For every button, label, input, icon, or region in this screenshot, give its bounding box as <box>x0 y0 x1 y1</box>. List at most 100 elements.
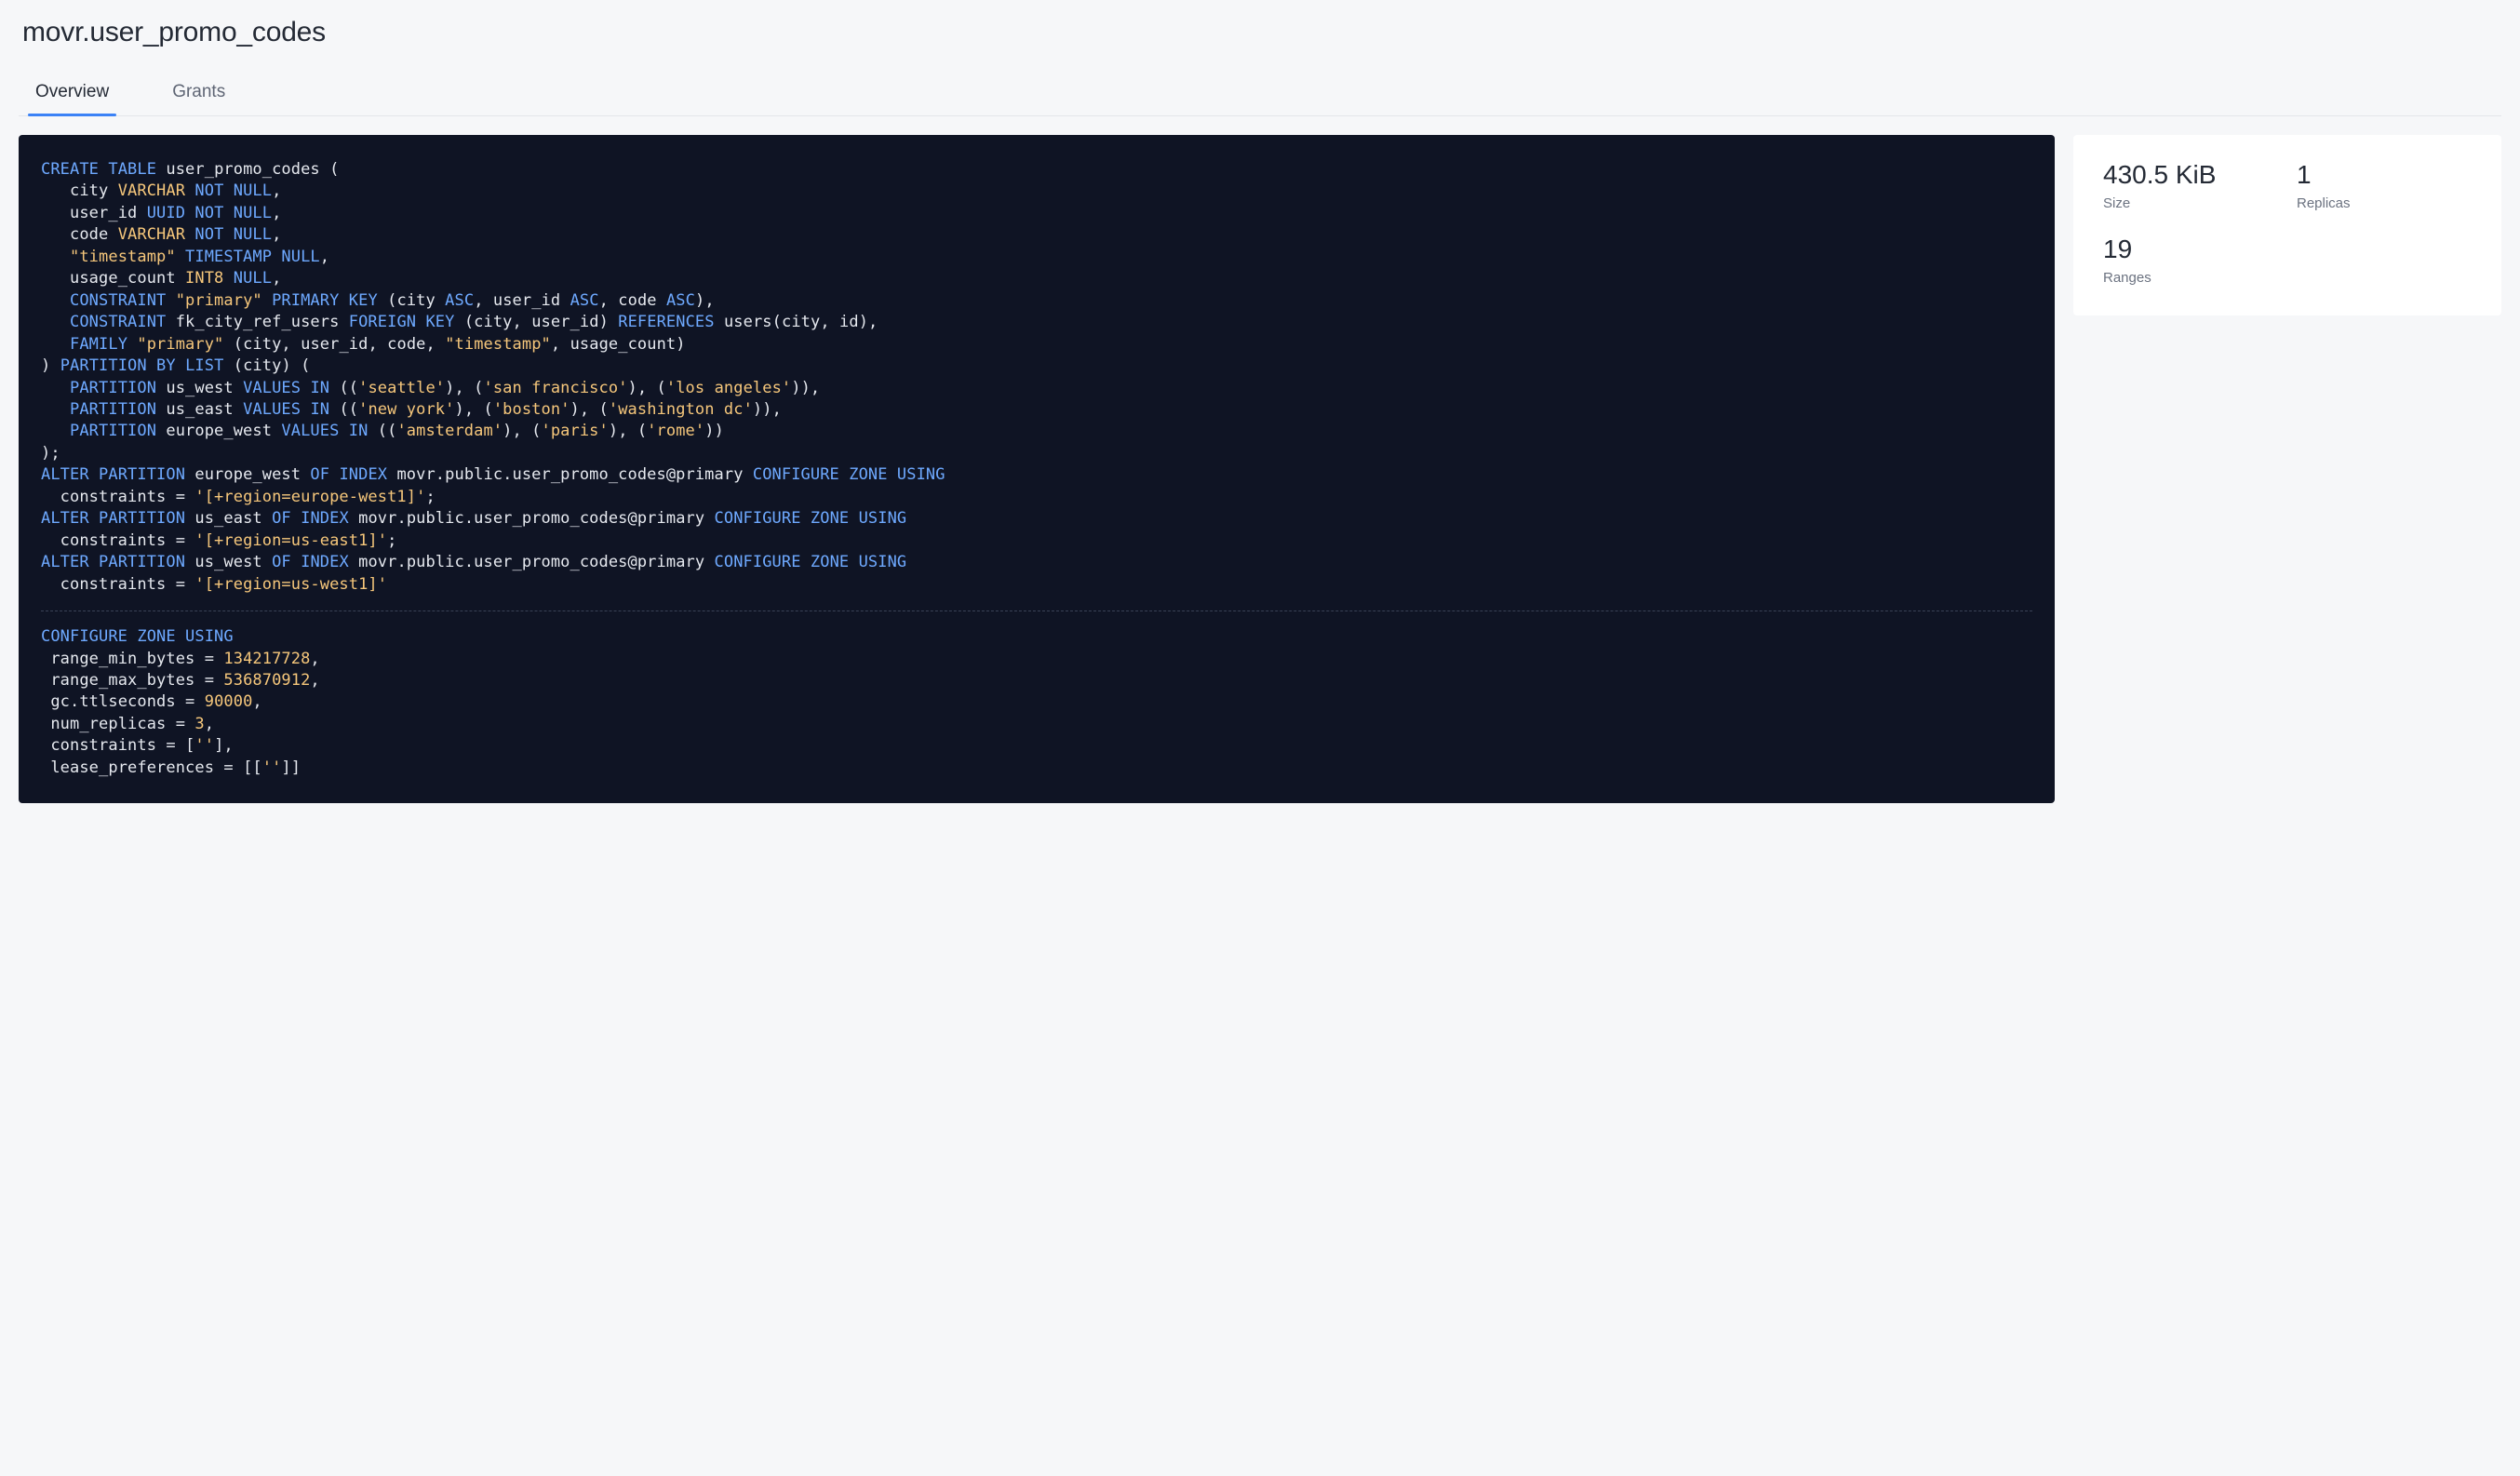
sql-token-kw: KEY <box>425 313 454 331</box>
tabs: Overview Grants <box>19 82 2501 116</box>
sql-token-id: code <box>70 225 108 244</box>
sql-token-punct: ; <box>425 488 435 506</box>
sql-token-id: fk_city_ref_users <box>176 313 340 331</box>
sql-token-punct: , <box>205 715 214 733</box>
sql-token-kw: PARTITION <box>70 400 156 419</box>
sql-token-punct: , <box>513 313 522 331</box>
sql-token-punct: ) <box>695 291 704 310</box>
sql-token-punct: ) <box>599 313 609 331</box>
sql-token-kw: PARTITION <box>99 465 185 484</box>
sql-token-str: "primary" <box>137 335 223 354</box>
sql-token-punct: (( <box>339 400 358 419</box>
sql-token-kw: NULL <box>234 269 272 288</box>
sql-token-punct: , <box>310 671 319 690</box>
sql-token-punct: )) <box>704 422 724 440</box>
sql-token-id: lease_preferences <box>50 758 214 777</box>
sql-token-punct: ( <box>657 379 666 397</box>
sql-token-punct: ), <box>445 379 464 397</box>
sql-token-punct: ) <box>859 313 868 331</box>
sql-token-punct: ( <box>387 291 396 310</box>
sql-token-kw: ASC <box>666 291 695 310</box>
sql-token-kw: ZONE <box>137 627 175 646</box>
sql-token-kw: IN <box>310 379 329 397</box>
sql-token-id: city <box>243 335 281 354</box>
sql-token-punct: ( <box>464 313 474 331</box>
sql-token-punct: ( <box>474 379 483 397</box>
stat-value: 1 <box>2297 161 2472 190</box>
sql-token-kw: VALUES <box>243 400 301 419</box>
sql-token-kw: PRIMARY <box>272 291 339 310</box>
sql-token-punct: )), <box>791 379 820 397</box>
content-row: CREATE TABLE user_promo_codes ( city VAR… <box>19 135 2501 803</box>
stat-label: Replicas <box>2297 195 2472 211</box>
sql-token-punct: = <box>176 715 185 733</box>
sql-token-kw: PARTITION <box>70 379 156 397</box>
sql-token-id: city <box>243 356 281 375</box>
sql-token-id: gc.ttlseconds <box>50 692 175 711</box>
sql-token-punct: , <box>320 248 329 266</box>
sql-create-table: CREATE TABLE user_promo_codes ( city VAR… <box>41 159 2032 596</box>
sql-token-kw: NOT <box>194 225 223 244</box>
sql-token-str: INT8 <box>185 269 223 288</box>
sql-token-punct: = <box>185 692 194 711</box>
sql-token-punct: = <box>223 758 233 777</box>
sql-token-kw: BY <box>156 356 176 375</box>
sql-token-punct: = <box>176 531 185 550</box>
stat-replicas: 1 Replicas <box>2297 161 2472 211</box>
sql-token-punct: ]] <box>281 758 301 777</box>
sql-zone-config: CONFIGURE ZONE USING range_min_bytes = 1… <box>41 626 2032 779</box>
sql-token-punct: ), <box>503 422 522 440</box>
sql-token-str: '[+region=us-west1]' <box>194 575 387 594</box>
sql-token-kw: NULL <box>234 225 272 244</box>
sql-token-str: '' <box>262 758 282 777</box>
sql-token-punct: ), <box>454 400 474 419</box>
sql-token-lit: 536870912 <box>223 671 310 690</box>
sql-token-id: user_id <box>301 335 368 354</box>
sql-token-str: 'boston' <box>493 400 570 419</box>
sql-token-kw: INDEX <box>301 553 349 571</box>
stat-value: 19 <box>2103 235 2278 264</box>
stat-size: 430.5 KiB Size <box>2103 161 2278 211</box>
sql-token-kw: USING <box>897 465 945 484</box>
sql-token-kw: IN <box>349 422 369 440</box>
sql-token-str: 'amsterdam' <box>396 422 503 440</box>
sql-token-str: '[+region=europe-west1]' <box>194 488 425 506</box>
sql-token-punct: , <box>868 313 878 331</box>
sql-token-kw: NULL <box>234 181 272 200</box>
sql-token-punct: ) <box>41 356 50 375</box>
stats-card: 430.5 KiB Size 1 Replicas 19 Ranges <box>2073 135 2501 315</box>
sql-token-id: usage_count <box>70 269 176 288</box>
sql-token-punct: )), <box>753 400 782 419</box>
sql-token-id: movr.public.user_promo_codes@primary <box>358 553 704 571</box>
sql-token-punct: ) <box>676 335 685 354</box>
sql-token-id: constraints <box>60 531 167 550</box>
sql-token-kw: VALUES <box>281 422 339 440</box>
stat-label: Size <box>2103 195 2278 211</box>
sql-token-str: 'washington dc' <box>609 400 753 419</box>
sql-token-kw: TIMESTAMP <box>185 248 272 266</box>
sql-token-kw: IN <box>310 400 329 419</box>
sql-token-punct: ( <box>234 335 243 354</box>
sql-token-kw: OF <box>310 465 329 484</box>
sql-token-id: constraints <box>60 575 167 594</box>
sql-token-id: constraints <box>60 488 167 506</box>
tab-label: Overview <box>35 82 109 101</box>
sql-token-punct: ( <box>637 422 647 440</box>
sql-token-id: us_west <box>194 553 261 571</box>
sql-token-punct: ( <box>234 356 243 375</box>
sql-token-kw: CONSTRAINT <box>70 313 166 331</box>
sql-token-id: us_east <box>194 509 261 528</box>
sql-token-kw: PARTITION <box>99 553 185 571</box>
sql-token-kw: ASC <box>445 291 474 310</box>
sql-token-str: '' <box>194 736 214 755</box>
sql-token-punct: , <box>551 335 560 354</box>
sql-token-punct: ), <box>628 379 648 397</box>
tab-grants[interactable]: Grants <box>172 82 225 115</box>
sql-token-lit: 90000 <box>205 692 253 711</box>
sql-token-punct: ( <box>329 160 339 179</box>
sql-token-punct: (( <box>339 379 358 397</box>
sql-token-kw: USING <box>859 553 907 571</box>
sql-token-kw: NOT <box>194 181 223 200</box>
sql-token-kw: INDEX <box>301 509 349 528</box>
tab-overview[interactable]: Overview <box>35 82 109 115</box>
